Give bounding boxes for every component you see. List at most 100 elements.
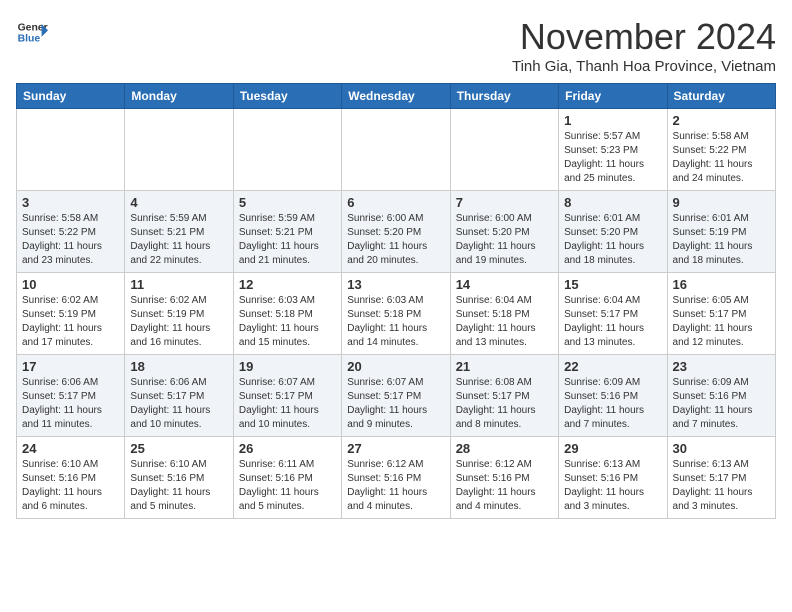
- calendar-cell: 30 Sunrise: 6:13 AM Sunset: 5:17 PM Dayli…: [667, 437, 775, 519]
- calendar-cell: 13Sunrise: 6:03 AM Sunset: 5:18 PM Dayli…: [342, 273, 450, 355]
- page-header: General Blue November 2024 Tinh Gia, Tha…: [16, 16, 776, 75]
- cell-info: Sunrise: 6:01 AM Sunset: 5:19 PM Dayligh…: [673, 212, 770, 268]
- location-title: Tinh Gia, Thanh Hoa Province, Vietnam: [512, 58, 776, 75]
- cell-info: Sunrise: 6:07 AM Sunset: 5:17 PM Dayligh…: [239, 376, 336, 432]
- cell-info: Sunrise: 6:12 AM Sunset: 5:16 PM Dayligh…: [456, 458, 553, 514]
- calendar-cell: 29 Sunrise: 6:13 AM Sunset: 5:16 PM Dayli…: [559, 437, 667, 519]
- day-number: 4: [130, 195, 227, 210]
- day-number: 15: [564, 277, 661, 292]
- day-number: 22: [564, 359, 661, 374]
- day-number: 28: [456, 441, 553, 456]
- calendar-cell: 11Sunrise: 6:02 AM Sunset: 5:19 PM Dayli…: [125, 273, 233, 355]
- calendar-week-row: 24 Sunrise: 6:10 AM Sunset: 5:16 PM Dayli…: [17, 437, 776, 519]
- calendar-cell: 2 Sunrise: 5:58 AM Sunset: 5:22 PM Daylig…: [667, 109, 775, 191]
- calendar-cell: [17, 109, 125, 191]
- day-number: 8: [564, 195, 661, 210]
- day-number: 11: [130, 277, 227, 292]
- day-number: 23: [673, 359, 770, 374]
- cell-info: Sunrise: 6:07 AM Sunset: 5:17 PM Dayligh…: [347, 376, 444, 432]
- calendar-cell: 28 Sunrise: 6:12 AM Sunset: 5:16 PM Dayli…: [450, 437, 558, 519]
- cell-info: Sunrise: 6:00 AM Sunset: 5:20 PM Dayligh…: [347, 212, 444, 268]
- cell-info: Sunrise: 6:11 AM Sunset: 5:16 PM Dayligh…: [239, 458, 336, 514]
- logo: General Blue: [16, 16, 48, 48]
- calendar-cell: [125, 109, 233, 191]
- cell-info: Sunrise: 6:12 AM Sunset: 5:16 PM Dayligh…: [347, 458, 444, 514]
- cell-info: Sunrise: 6:04 AM Sunset: 5:17 PM Dayligh…: [564, 294, 661, 350]
- calendar-cell: 19 Sunrise: 6:07 AM Sunset: 5:17 PM Dayli…: [233, 355, 341, 437]
- calendar-cell: 26 Sunrise: 6:11 AM Sunset: 5:16 PM Dayli…: [233, 437, 341, 519]
- day-number: 30: [673, 441, 770, 456]
- day-number: 12: [239, 277, 336, 292]
- day-number: 17: [22, 359, 119, 374]
- cell-info: Sunrise: 6:04 AM Sunset: 5:18 PM Dayligh…: [456, 294, 553, 350]
- calendar-cell: 20Sunrise: 6:07 AM Sunset: 5:17 PM Dayli…: [342, 355, 450, 437]
- calendar-cell: 25 Sunrise: 6:10 AM Sunset: 5:16 PM Dayli…: [125, 437, 233, 519]
- day-number: 6: [347, 195, 444, 210]
- calendar-cell: 23 Sunrise: 6:09 AM Sunset: 5:16 PM Dayli…: [667, 355, 775, 437]
- cell-info: Sunrise: 6:10 AM Sunset: 5:16 PM Dayligh…: [130, 458, 227, 514]
- calendar-cell: 7 Sunrise: 6:00 AM Sunset: 5:20 PM Daylig…: [450, 191, 558, 273]
- day-number: 26: [239, 441, 336, 456]
- logo-icon: General Blue: [16, 16, 48, 48]
- calendar-cell: 8 Sunrise: 6:01 AM Sunset: 5:20 PM Daylig…: [559, 191, 667, 273]
- cell-info: Sunrise: 6:09 AM Sunset: 5:16 PM Dayligh…: [564, 376, 661, 432]
- cell-info: Sunrise: 6:05 AM Sunset: 5:17 PM Dayligh…: [673, 294, 770, 350]
- calendar-cell: [233, 109, 341, 191]
- cell-info: Sunrise: 5:59 AM Sunset: 5:21 PM Dayligh…: [130, 212, 227, 268]
- day-number: 14: [456, 277, 553, 292]
- cell-info: Sunrise: 5:59 AM Sunset: 5:21 PM Dayligh…: [239, 212, 336, 268]
- day-number: 18: [130, 359, 227, 374]
- day-number: 10: [22, 277, 119, 292]
- calendar-cell: 18 Sunrise: 6:06 AM Sunset: 5:17 PM Dayli…: [125, 355, 233, 437]
- calendar-cell: 22 Sunrise: 6:09 AM Sunset: 5:16 PM Dayli…: [559, 355, 667, 437]
- cell-info: Sunrise: 6:02 AM Sunset: 5:19 PM Dayligh…: [22, 294, 119, 350]
- cell-info: Sunrise: 5:58 AM Sunset: 5:22 PM Dayligh…: [22, 212, 119, 268]
- calendar-cell: 21Sunrise: 6:08 AM Sunset: 5:17 PM Dayli…: [450, 355, 558, 437]
- calendar-cell: 15 Sunrise: 6:04 AM Sunset: 5:17 PM Dayli…: [559, 273, 667, 355]
- cell-info: Sunrise: 6:06 AM Sunset: 5:17 PM Dayligh…: [22, 376, 119, 432]
- cell-info: Sunrise: 6:01 AM Sunset: 5:20 PM Dayligh…: [564, 212, 661, 268]
- calendar-cell: 24 Sunrise: 6:10 AM Sunset: 5:16 PM Dayli…: [17, 437, 125, 519]
- calendar-table: SundayMondayTuesdayWednesdayThursdayFrid…: [16, 83, 776, 519]
- calendar-cell: 12 Sunrise: 6:03 AM Sunset: 5:18 PM Dayli…: [233, 273, 341, 355]
- weekday-header: Wednesday: [342, 84, 450, 109]
- weekday-header: Thursday: [450, 84, 558, 109]
- calendar-cell: 17 Sunrise: 6:06 AM Sunset: 5:17 PM Dayli…: [17, 355, 125, 437]
- cell-info: Sunrise: 6:13 AM Sunset: 5:17 PM Dayligh…: [673, 458, 770, 514]
- cell-info: Sunrise: 6:06 AM Sunset: 5:17 PM Dayligh…: [130, 376, 227, 432]
- calendar-cell: 3 Sunrise: 5:58 AM Sunset: 5:22 PM Daylig…: [17, 191, 125, 273]
- weekday-header: Saturday: [667, 84, 775, 109]
- cell-info: Sunrise: 6:00 AM Sunset: 5:20 PM Dayligh…: [456, 212, 553, 268]
- calendar-cell: 6 Sunrise: 6:00 AM Sunset: 5:20 PM Daylig…: [342, 191, 450, 273]
- calendar-cell: 4 Sunrise: 5:59 AM Sunset: 5:21 PM Daylig…: [125, 191, 233, 273]
- day-number: 7: [456, 195, 553, 210]
- cell-info: Sunrise: 6:10 AM Sunset: 5:16 PM Dayligh…: [22, 458, 119, 514]
- cell-info: Sunrise: 6:13 AM Sunset: 5:16 PM Dayligh…: [564, 458, 661, 514]
- month-title: November 2024: [512, 16, 776, 58]
- calendar-week-row: 3 Sunrise: 5:58 AM Sunset: 5:22 PM Daylig…: [17, 191, 776, 273]
- calendar-week-row: 10 Sunrise: 6:02 AM Sunset: 5:19 PM Dayli…: [17, 273, 776, 355]
- calendar-cell: 9 Sunrise: 6:01 AM Sunset: 5:19 PM Daylig…: [667, 191, 775, 273]
- cell-info: Sunrise: 6:03 AM Sunset: 5:18 PM Dayligh…: [239, 294, 336, 350]
- day-number: 16: [673, 277, 770, 292]
- day-number: 2: [673, 113, 770, 128]
- day-number: 21: [456, 359, 553, 374]
- day-number: 19: [239, 359, 336, 374]
- day-number: 3: [22, 195, 119, 210]
- day-number: 5: [239, 195, 336, 210]
- day-number: 1: [564, 113, 661, 128]
- calendar-week-row: 1Sunrise: 5:57 AM Sunset: 5:23 PM Daylig…: [17, 109, 776, 191]
- cell-info: Sunrise: 5:58 AM Sunset: 5:22 PM Dayligh…: [673, 130, 770, 186]
- calendar-cell: 5 Sunrise: 5:59 AM Sunset: 5:21 PM Daylig…: [233, 191, 341, 273]
- day-number: 24: [22, 441, 119, 456]
- day-number: 25: [130, 441, 227, 456]
- calendar-cell: 16 Sunrise: 6:05 AM Sunset: 5:17 PM Dayli…: [667, 273, 775, 355]
- calendar-cell: 10 Sunrise: 6:02 AM Sunset: 5:19 PM Dayli…: [17, 273, 125, 355]
- cell-info: Sunrise: 6:09 AM Sunset: 5:16 PM Dayligh…: [673, 376, 770, 432]
- calendar-cell: [450, 109, 558, 191]
- day-number: 13: [347, 277, 444, 292]
- day-number: 27: [347, 441, 444, 456]
- day-number: 29: [564, 441, 661, 456]
- day-number: 9: [673, 195, 770, 210]
- calendar-cell: [342, 109, 450, 191]
